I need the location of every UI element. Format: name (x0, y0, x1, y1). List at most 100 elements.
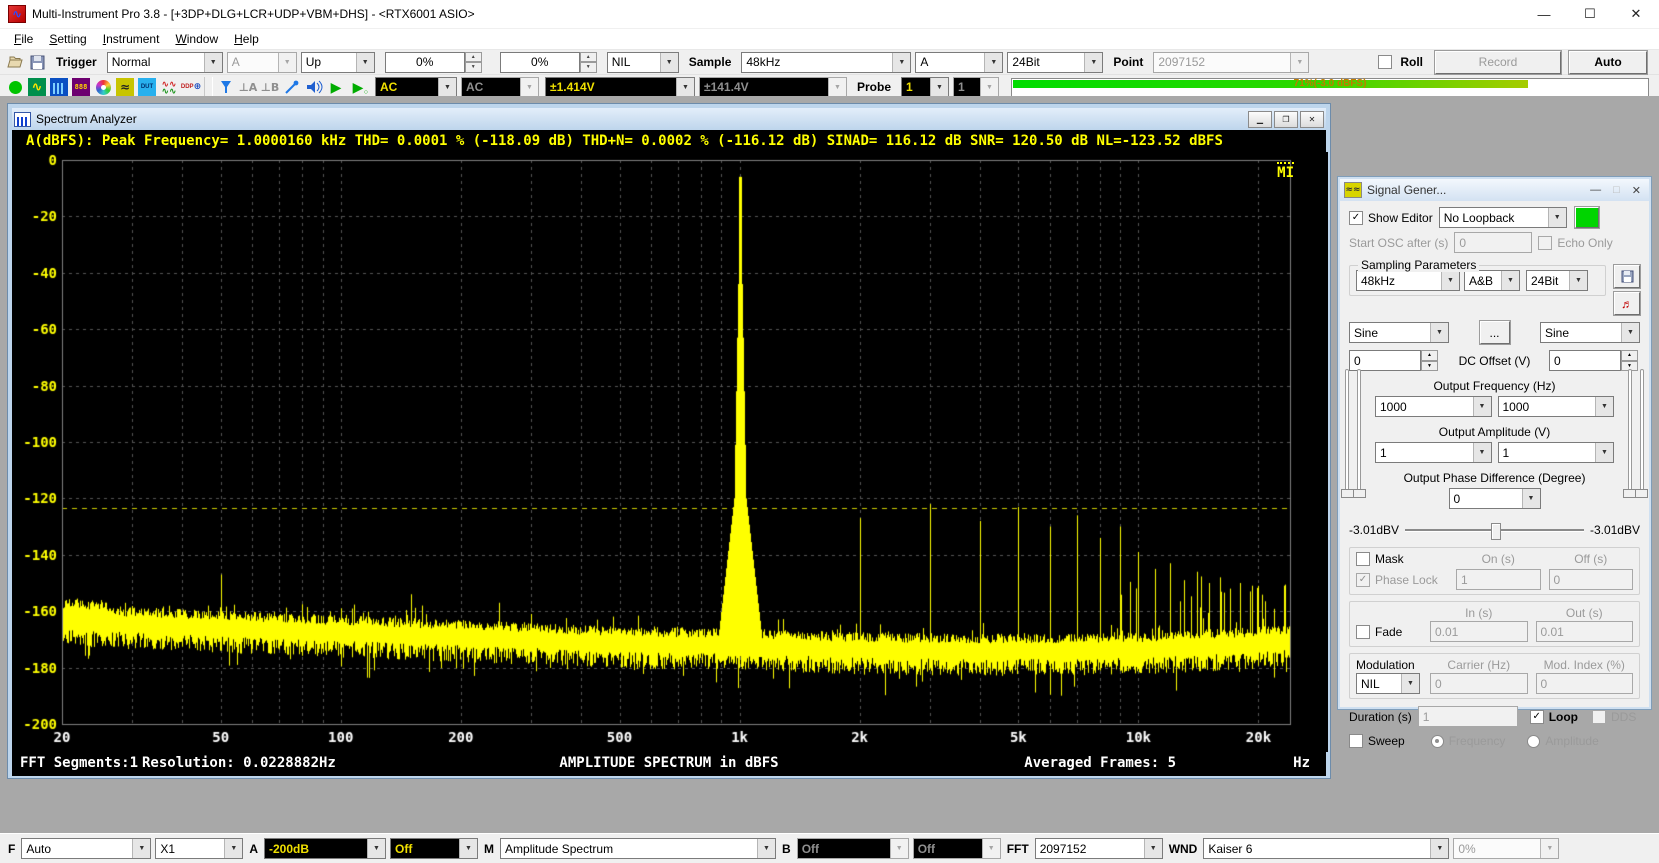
run-icon[interactable] (5, 77, 25, 97)
fft-size-select[interactable]: 2097152▼ (1035, 838, 1163, 859)
maximize-button[interactable]: ☐ (1567, 0, 1613, 28)
trigger-level-input[interactable]: 0% (385, 52, 465, 73)
trigger-mode-select[interactable]: Normal▼ (107, 52, 223, 73)
f-label: F (8, 842, 15, 856)
frequency-a-select[interactable]: 1000▼ (1375, 396, 1492, 417)
signal-generator-titlebar[interactable]: ≈≈ Signal Gener... — □ ✕ (1340, 179, 1649, 201)
trigger-edge-select[interactable]: Up▼ (301, 52, 375, 73)
music-notes-button[interactable]: ♬ (1614, 292, 1640, 315)
probe-a-select[interactable]: 1▼ (901, 77, 949, 98)
spectrum-type-label: AMPLITUDE SPECTRUM in dBFS (559, 755, 778, 771)
close-button[interactable]: ✕ (1632, 184, 1641, 197)
a-shift-select[interactable]: Off▼ (390, 838, 478, 859)
ddp-viewer-icon[interactable]: DDP⊕ (181, 77, 201, 97)
minimize-button[interactable]: — (1590, 184, 1601, 197)
spectrum-analyzer-titlebar[interactable]: Spectrum Analyzer ▁ ❐ ✕ (12, 108, 1326, 130)
dc-offset-b-input[interactable]: 0 (1549, 350, 1621, 371)
menu-help[interactable]: Help (226, 30, 267, 48)
waveform-a-select[interactable]: Sine▼ (1349, 322, 1449, 343)
probe-calibration-icon[interactable] (282, 77, 302, 97)
play-icon[interactable]: ▶ (326, 77, 346, 97)
more-options-button[interactable]: ... (1480, 321, 1510, 344)
mask-on-input: 1 (1456, 569, 1541, 590)
spectrum-analyzer-icon[interactable] (49, 77, 69, 97)
dc-offset-b-stepper[interactable]: ▲▼ (1621, 350, 1638, 371)
dc-offset-label: DC Offset (V) (1459, 354, 1531, 368)
generator-sample-rate-select[interactable]: 48kHz▼ (1356, 270, 1460, 291)
chevron-down-icon: ▼ (520, 78, 538, 97)
save-signal-button[interactable] (1614, 265, 1640, 288)
open-icon[interactable] (5, 52, 25, 72)
minimize-button[interactable]: ▁ (1248, 111, 1272, 128)
ground-a-icon[interactable]: ⊥A (238, 77, 258, 97)
oscilloscope-icon[interactable]: ∿ (27, 77, 47, 97)
sound-output-icon[interactable] (304, 77, 324, 97)
range-a-select[interactable]: ±1.414V▼ (545, 77, 695, 98)
menu-setting[interactable]: Setting (41, 30, 94, 48)
sweep-checkbox[interactable] (1349, 734, 1363, 748)
sample-channel-select[interactable]: A▼ (915, 52, 1003, 73)
derived-data-icon[interactable]: ∿∿∿∿ (159, 77, 179, 97)
generator-bits-select[interactable]: 24Bit▼ (1526, 270, 1588, 291)
balance-slider[interactable] (1405, 521, 1584, 539)
multimeter-icon[interactable]: 888 (71, 77, 91, 97)
up-arrow-icon[interactable]: ▲ (465, 52, 482, 63)
restore-button[interactable]: ❐ (1274, 111, 1298, 128)
close-button[interactable]: ✕ (1300, 111, 1324, 128)
up-arrow-icon[interactable]: ▲ (580, 52, 597, 63)
trigger-delay-input[interactable]: 0% (500, 52, 580, 73)
save-icon[interactable] (27, 52, 47, 72)
close-button[interactable]: ✕ (1613, 0, 1659, 28)
data-logger-icon[interactable] (93, 77, 113, 97)
signal-generator-icon[interactable]: ≈ (115, 77, 135, 97)
amplitude-a-select[interactable]: 1▼ (1375, 442, 1492, 463)
hpf-select[interactable]: NIL▼ (607, 52, 679, 73)
fade-checkbox[interactable] (1356, 625, 1370, 639)
waveform-b-select[interactable]: Sine▼ (1540, 322, 1640, 343)
menu-window[interactable]: Window (167, 30, 226, 48)
auto-button[interactable]: Auto (1569, 51, 1647, 74)
play-loop-icon[interactable]: ▶○ (348, 77, 368, 97)
maximize-button: □ (1613, 184, 1620, 197)
sample-bits-select[interactable]: 24Bit▼ (1007, 52, 1103, 73)
window-function-select[interactable]: Kaiser 6▼ (1203, 838, 1449, 859)
minimize-button[interactable]: — (1521, 0, 1567, 28)
duration-label: Duration (s) (1349, 710, 1412, 724)
dc-offset-a-stepper[interactable]: ▲▼ (1421, 350, 1438, 371)
sample-rate-select[interactable]: 48kHz▼ (741, 52, 911, 73)
generator-channel-select[interactable]: A&B▼ (1464, 270, 1520, 291)
loopback-select[interactable]: No Loopback▼ (1439, 207, 1567, 228)
level-slider-handle[interactable] (1353, 489, 1366, 498)
menu-instrument[interactable]: Instrument (95, 30, 168, 48)
run-signal-generator-button[interactable] (1575, 207, 1599, 228)
ground-b-icon[interactable]: ⊥B (260, 77, 280, 97)
device-test-plan-icon[interactable]: DUT (137, 77, 157, 97)
a-range-select[interactable]: -200dB▼ (264, 838, 386, 859)
down-arrow-icon[interactable]: ▼ (465, 62, 482, 73)
frequency-b-select[interactable]: 1000▼ (1498, 396, 1615, 417)
phase-difference-select[interactable]: 0▼ (1449, 488, 1541, 509)
app-titlebar[interactable]: ∿ Multi-Instrument Pro 3.8 - [+3DP+DLG+L… (0, 0, 1659, 29)
trigger-delay-stepper[interactable]: ▲▼ (580, 52, 597, 73)
x-multiplier-select[interactable]: X1▼ (155, 838, 243, 859)
menu-file[interactable]: File (6, 30, 41, 48)
trigger-level-stepper[interactable]: ▲▼ (465, 52, 482, 73)
modulation-type-select[interactable]: NIL▼ (1356, 673, 1420, 694)
amplitude-b-select[interactable]: 1▼ (1498, 442, 1615, 463)
loop-checkbox[interactable]: ✓ (1530, 710, 1544, 724)
overlap-select: 0%▼ (1453, 838, 1559, 859)
roll-checkbox[interactable] (1378, 55, 1392, 69)
view-mode-select[interactable]: Amplitude Spectrum▼ (500, 838, 776, 859)
dc-offset-a-input[interactable]: 0 (1349, 350, 1421, 371)
down-arrow-icon[interactable]: ▼ (580, 62, 597, 73)
level-slider-handle[interactable] (1635, 489, 1648, 498)
chevron-down-icon: ▼ (1144, 839, 1162, 858)
frequency-axis-select[interactable]: Auto▼ (21, 838, 151, 859)
slider-handle[interactable] (1491, 523, 1501, 540)
show-editor-checkbox[interactable]: ✓ (1349, 211, 1363, 225)
spectrum-plot[interactable] (12, 152, 1328, 752)
chevron-down-icon: ▼ (984, 53, 1002, 72)
input-device-icon[interactable] (216, 77, 236, 97)
coupling-a-select[interactable]: AC▼ (375, 77, 457, 98)
mask-checkbox[interactable] (1356, 552, 1370, 566)
